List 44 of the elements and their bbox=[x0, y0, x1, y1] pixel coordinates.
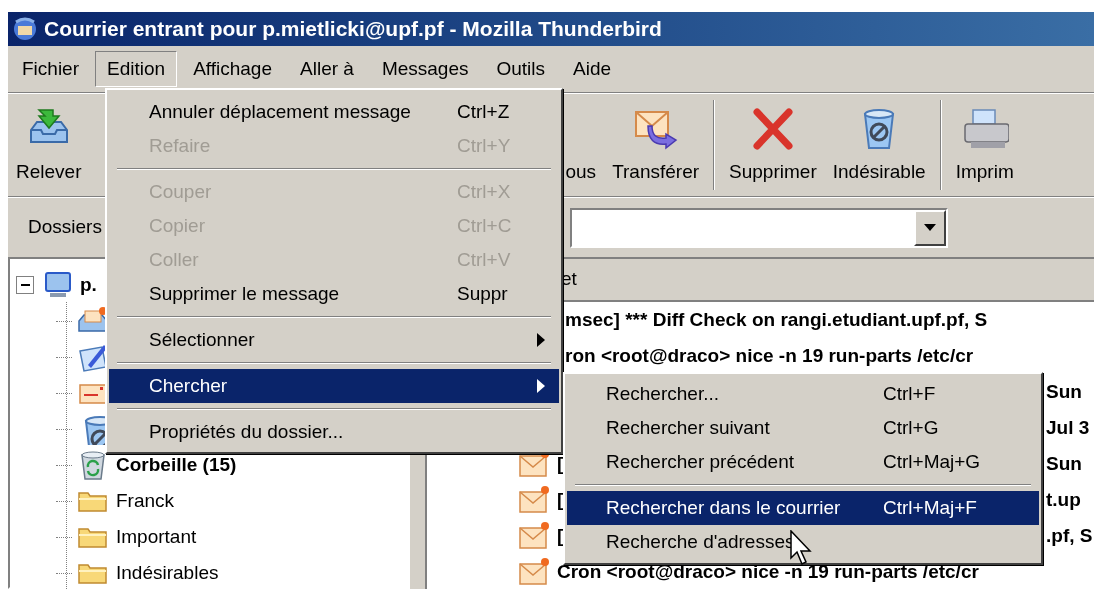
menu-item[interactable]: Outils bbox=[484, 51, 558, 87]
folder-name[interactable]: Corbeille (15) bbox=[116, 450, 237, 480]
menu-item[interactable]: Aller à bbox=[288, 51, 366, 87]
folder-name[interactable]: Franck bbox=[116, 486, 175, 516]
menu-item[interactable]: Rechercher suivant Ctrl+G bbox=[567, 411, 1039, 445]
toolbar-button[interactable]: Transférer bbox=[604, 100, 708, 190]
message-subject[interactable]: Sun bbox=[1046, 377, 1094, 407]
dropdown-arrow-icon bbox=[924, 224, 936, 231]
collapse-toggle[interactable] bbox=[16, 276, 34, 294]
menu-item[interactable]: Propriétés du dossier... bbox=[109, 415, 559, 449]
message-subject[interactable]: t.up bbox=[1046, 485, 1094, 515]
message-subject[interactable]: msec] *** Diff Check on rangi.etudiant.upf.pf, S bbox=[565, 305, 988, 335]
menu-item[interactable]: Rechercher précédent Ctrl+Maj+G bbox=[567, 445, 1039, 479]
menu-item[interactable]: Edition bbox=[95, 51, 178, 87]
message-subject[interactable]: .pf, S bbox=[1046, 521, 1094, 551]
toolbar-button[interactable]: Imprim bbox=[947, 100, 1022, 190]
menu-item[interactable]: Sélectionner bbox=[109, 323, 559, 357]
menu-item[interactable]: Messages bbox=[369, 51, 481, 87]
window-title: Courrier entrant pour p.mietlicki@upf.pf - Mozilla Thunderbird bbox=[44, 16, 662, 43]
menu-item[interactable]: Fichier bbox=[10, 51, 91, 87]
folder-name[interactable]: Indésirables bbox=[116, 558, 219, 587]
menu-item[interactable]: Affichage bbox=[181, 51, 284, 87]
message-subject[interactable]: Jul 3 bbox=[1046, 413, 1094, 443]
message-subject[interactable]: [ bbox=[557, 449, 564, 479]
submenu-arrow-icon bbox=[537, 379, 545, 393]
menu-item[interactable]: Rechercher... Ctrl+F bbox=[567, 377, 1039, 411]
toolbar-button[interactable]: Indésirable bbox=[824, 100, 934, 190]
app-logo-icon bbox=[12, 16, 38, 42]
toolbar-button[interactable]: Relever bbox=[8, 100, 90, 190]
toolbar-button[interactable]: Supprimer bbox=[721, 100, 825, 190]
menu-item[interactable]: Rechercher dans le courrier Ctrl+Maj+F bbox=[567, 491, 1039, 525]
message-subject[interactable]: Sun bbox=[1046, 449, 1094, 479]
message-subject[interactable]: [ bbox=[557, 521, 564, 551]
folder-name[interactable]: Important bbox=[116, 522, 197, 552]
submenu-arrow-icon bbox=[537, 333, 545, 347]
menu-item[interactable]: Chercher bbox=[109, 369, 559, 403]
folder-bar-label: Dossiers bbox=[28, 215, 102, 240]
folder-dropdown[interactable] bbox=[570, 207, 948, 248]
folder-name[interactable]: p. bbox=[80, 270, 97, 300]
message-subject[interactable]: ron <root@draco> nice -n 19 run-parts /etc/cr bbox=[565, 341, 974, 371]
menu-item[interactable]: Supprimer le message Suppr bbox=[109, 277, 559, 311]
menu-item[interactable]: Aide bbox=[561, 51, 624, 87]
menu-item[interactable]: Annuler déplacement message Ctrl+Z bbox=[109, 95, 559, 129]
message-subject[interactable]: [ bbox=[557, 485, 564, 515]
